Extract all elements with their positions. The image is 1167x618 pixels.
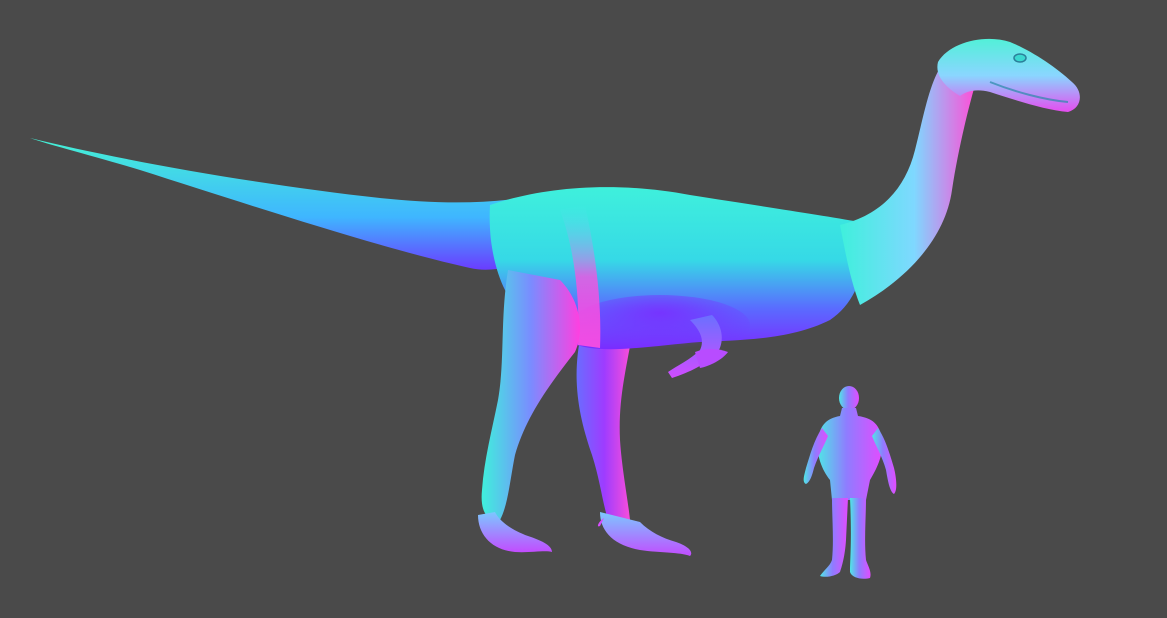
dinosaur-right-leg xyxy=(576,330,692,556)
human-left-leg xyxy=(820,498,848,577)
dinosaur-eye-icon xyxy=(1013,53,1027,63)
3d-viewport[interactable] xyxy=(0,0,1167,618)
human-head xyxy=(839,386,859,410)
dinosaur-left-leg xyxy=(478,270,580,553)
dinosaur-neck xyxy=(840,60,975,305)
human-model[interactable] xyxy=(803,386,897,579)
dinosaur-model[interactable] xyxy=(30,38,1080,556)
human-torso xyxy=(817,408,883,500)
viewport-canvas xyxy=(30,38,1080,579)
human-right-leg xyxy=(850,498,871,579)
